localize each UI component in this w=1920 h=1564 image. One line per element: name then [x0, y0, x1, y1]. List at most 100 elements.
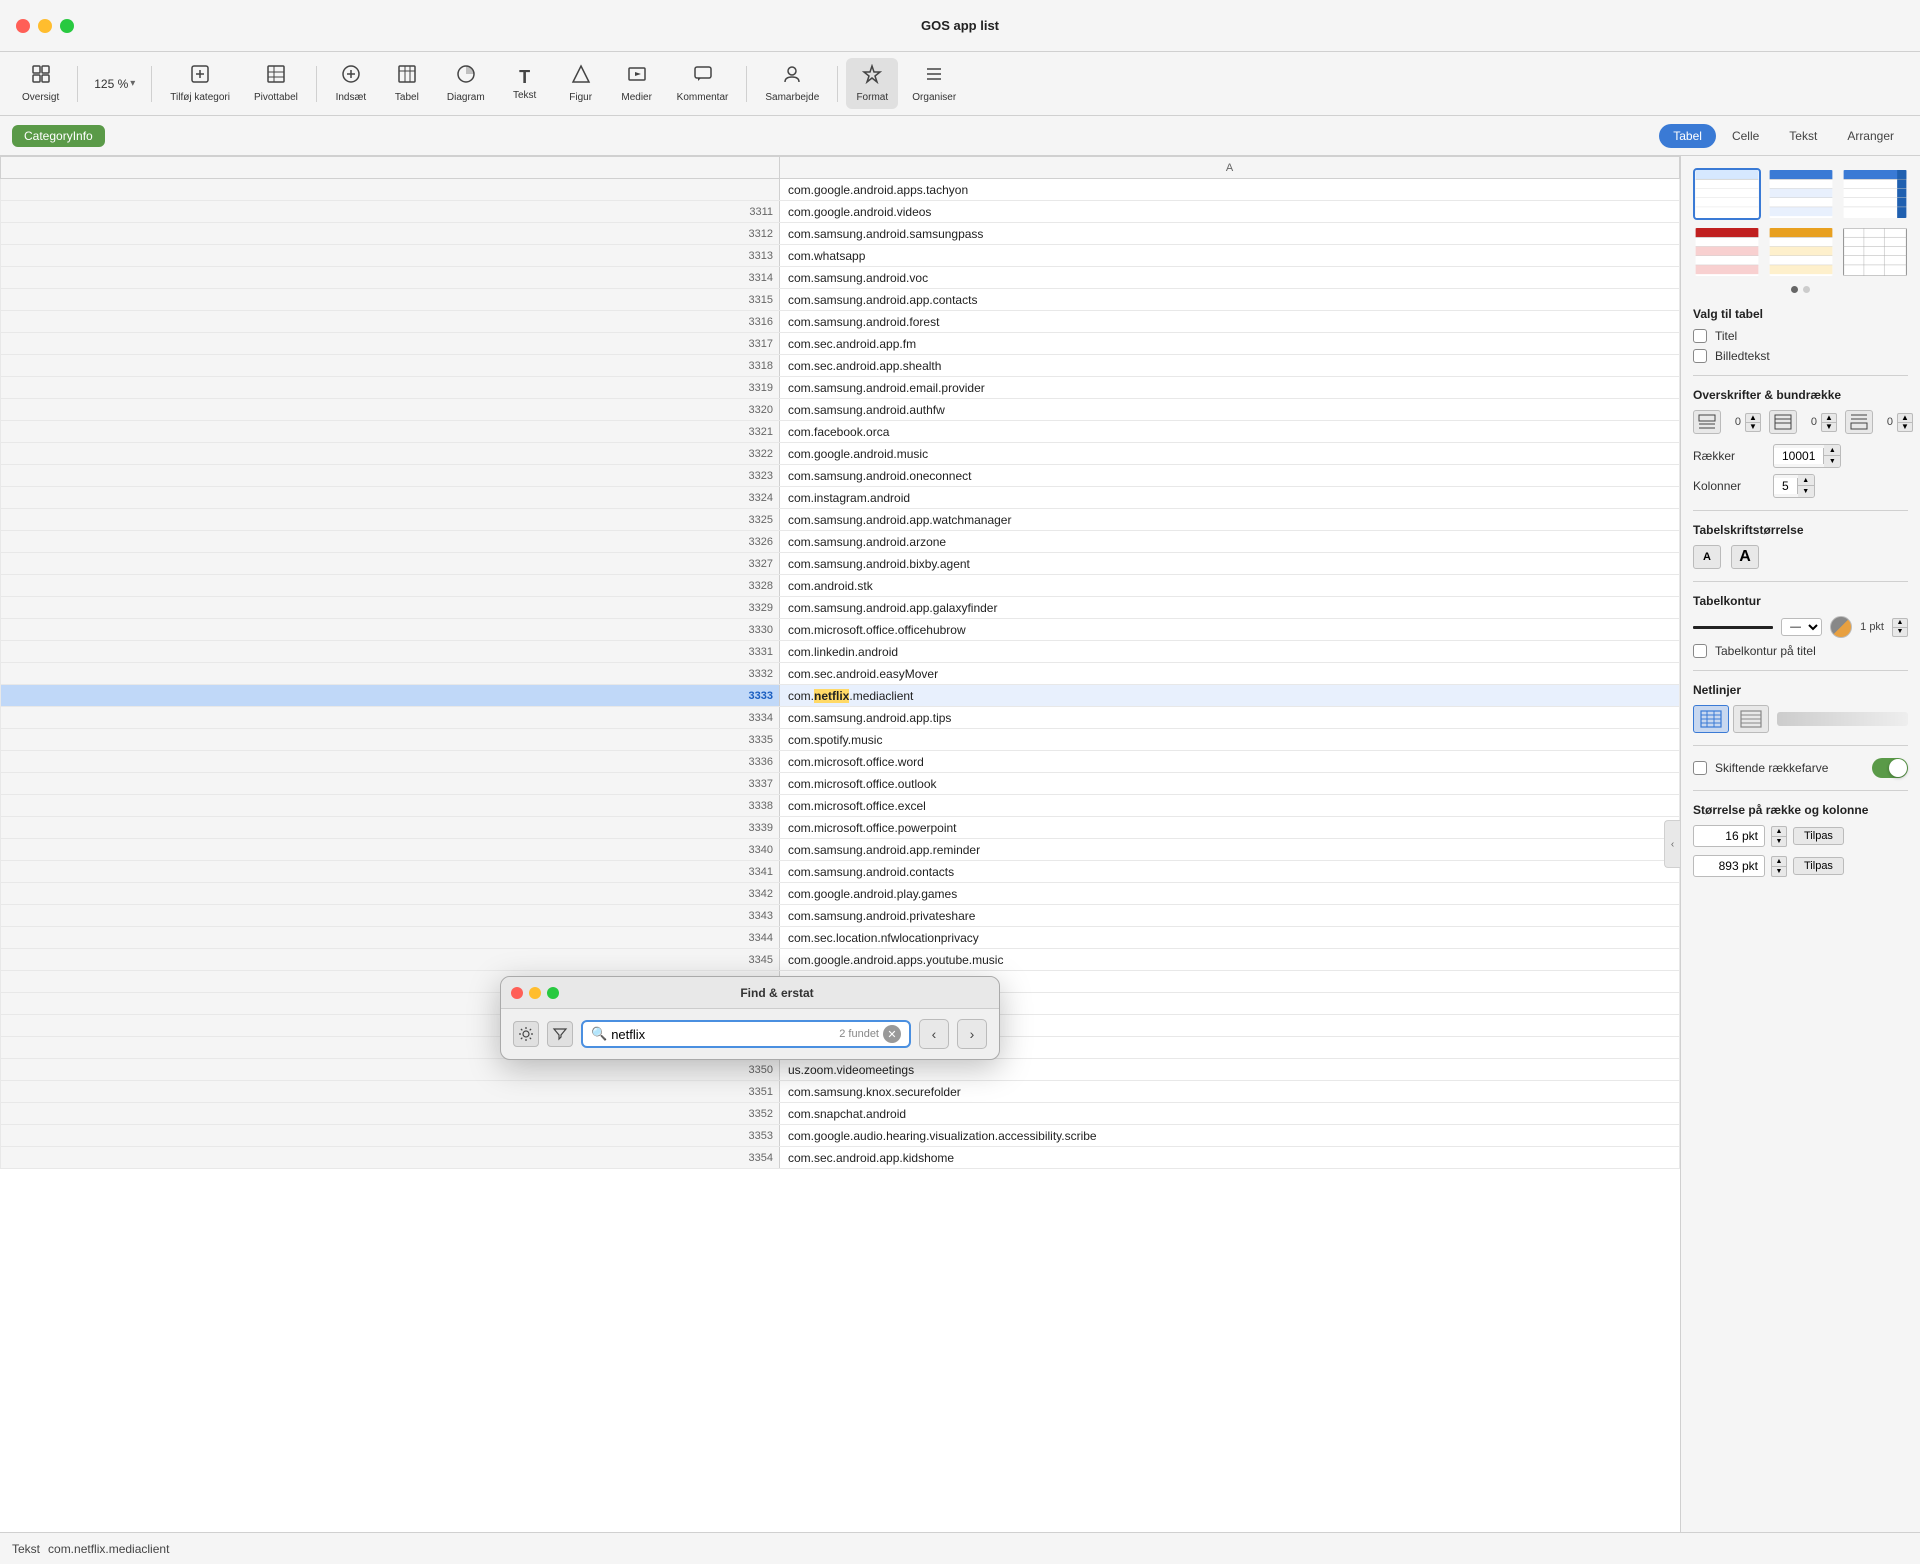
cell-3351[interactable]: com.samsung.knox.securefolder — [780, 1081, 1680, 1103]
cell-3330[interactable]: com.microsoft.office.officehubrow — [780, 619, 1680, 641]
cell-3325[interactable]: com.samsung.android.app.watchmanager — [780, 509, 1680, 531]
tab-tekst[interactable]: Tekst — [1775, 124, 1831, 148]
fr-clear-button[interactable]: ✕ — [883, 1025, 901, 1043]
toolbar-item-figur[interactable]: Figur — [555, 58, 607, 109]
table-format-4[interactable] — [1693, 226, 1761, 278]
netlinjer-color-bar[interactable] — [1777, 712, 1908, 726]
netlinjer-btn-2[interactable] — [1733, 705, 1769, 733]
panel-collapse-arrow[interactable]: ‹ — [1664, 820, 1680, 868]
titel-checkbox[interactable] — [1693, 329, 1707, 343]
cell-3329[interactable]: com.samsung.android.app.galaxyfinder — [780, 597, 1680, 619]
toolbar-item-samarbejde[interactable]: Samarbejde — [755, 58, 829, 109]
fr-max-button[interactable] — [547, 987, 559, 999]
kontur-pkt-down[interactable]: ▼ — [1892, 627, 1908, 637]
cell-3338[interactable]: com.microsoft.office.excel — [780, 795, 1680, 817]
cell-3343[interactable]: com.samsung.android.privateshare — [780, 905, 1680, 927]
col-size-apply[interactable]: Tilpas — [1793, 857, 1844, 875]
cell-3312[interactable]: com.samsung.android.samsungpass — [780, 223, 1680, 245]
cell-3340[interactable]: com.samsung.android.app.reminder — [780, 839, 1680, 861]
cell-3350[interactable]: us.zoom.videomeetings — [780, 1059, 1680, 1081]
cell-3311[interactable]: com.google.android.videos — [780, 201, 1680, 223]
toolbar-item-oversigt[interactable]: Oversigt — [12, 58, 69, 109]
cell-3345[interactable]: com.google.android.apps.youtube.music — [780, 949, 1680, 971]
toolbar-item-indsaet[interactable]: Indsæt — [325, 58, 377, 109]
table-format-6[interactable] — [1841, 226, 1909, 278]
col-size-input[interactable] — [1693, 855, 1765, 877]
cell-3316[interactable]: com.samsung.android.forest — [780, 311, 1680, 333]
toolbar-item-tilfoj[interactable]: Tilføj kategori — [160, 58, 240, 109]
kontur-color-picker[interactable] — [1830, 616, 1852, 638]
cell-3337[interactable]: com.microsoft.office.outlook — [780, 773, 1680, 795]
netlinjer-btn-1[interactable] — [1693, 705, 1729, 733]
cell-3335[interactable]: com.spotify.music — [780, 729, 1680, 751]
col-size-down[interactable]: ▼ — [1771, 866, 1787, 877]
toolbar-item-kommentar[interactable]: Kommentar — [667, 58, 739, 109]
fr-min-button[interactable] — [529, 987, 541, 999]
kolonner-up[interactable]: ▲ — [1798, 475, 1814, 486]
cell-3342[interactable]: com.google.android.play.games — [780, 883, 1680, 905]
header-down-1[interactable]: ▼ — [1745, 422, 1761, 432]
tab-tabel[interactable]: Tabel — [1659, 124, 1716, 148]
toolbar-item-medier[interactable]: Medier — [611, 58, 663, 109]
cell-3324[interactable]: com.instagram.android — [780, 487, 1680, 509]
cell-3315[interactable]: com.samsung.android.app.contacts — [780, 289, 1680, 311]
cell-3332[interactable]: com.sec.android.easyMover — [780, 663, 1680, 685]
cell-3341[interactable]: com.samsung.android.contacts — [780, 861, 1680, 883]
fr-settings-icon[interactable] — [513, 1021, 539, 1047]
raekker-up[interactable]: ▲ — [1824, 445, 1840, 456]
cell-3319[interactable]: com.samsung.android.email.provider — [780, 377, 1680, 399]
col-header-A[interactable]: A — [780, 157, 1680, 179]
table-format-3[interactable] — [1841, 168, 1909, 220]
raekker-down[interactable]: ▼ — [1824, 456, 1840, 467]
header-down-3[interactable]: ▼ — [1897, 422, 1913, 432]
cell-3352[interactable]: com.snapchat.android — [780, 1103, 1680, 1125]
fr-close-button[interactable] — [511, 987, 523, 999]
cell-3333[interactable]: com.netflix.mediaclient — [780, 685, 1680, 707]
skiftende-toggle[interactable] — [1872, 758, 1908, 778]
cell-3354[interactable]: com.sec.android.app.kidshome — [780, 1147, 1680, 1169]
cell-3323[interactable]: com.samsung.android.oneconnect — [780, 465, 1680, 487]
cell-3322[interactable]: com.google.android.music — [780, 443, 1680, 465]
col-size-up[interactable]: ▲ — [1771, 856, 1787, 867]
cell-3336[interactable]: com.microsoft.office.word — [780, 751, 1680, 773]
cell-3344[interactable]: com.sec.location.nfwlocationprivacy — [780, 927, 1680, 949]
cell-3327[interactable]: com.samsung.android.bixby.agent — [780, 553, 1680, 575]
kontur-select[interactable]: — — [1781, 618, 1822, 636]
cell-3334[interactable]: com.samsung.android.app.tips — [780, 707, 1680, 729]
row-size-apply[interactable]: Tilpas — [1793, 827, 1844, 845]
font-small-btn[interactable]: A — [1693, 545, 1721, 569]
cell-3331[interactable]: com.linkedin.android — [780, 641, 1680, 663]
table-format-2[interactable] — [1767, 168, 1835, 220]
fr-next-button[interactable]: › — [957, 1019, 987, 1049]
kontur-titel-checkbox[interactable] — [1693, 644, 1707, 658]
row-size-down[interactable]: ▼ — [1771, 836, 1787, 847]
toolbar-item-diagram[interactable]: Diagram — [437, 58, 495, 109]
row-size-input[interactable] — [1693, 825, 1765, 847]
row-size-up[interactable]: ▲ — [1771, 826, 1787, 837]
fr-prev-button[interactable]: ‹ — [919, 1019, 949, 1049]
cell-3353[interactable]: com.google.audio.hearing.visualization.a… — [780, 1125, 1680, 1147]
billedtekst-checkbox[interactable] — [1693, 349, 1707, 363]
tab-celle[interactable]: Celle — [1718, 124, 1773, 148]
kolonner-down[interactable]: ▼ — [1798, 486, 1814, 497]
minimize-button[interactable] — [38, 19, 52, 33]
tab-arranger[interactable]: Arranger — [1833, 124, 1908, 148]
maximize-button[interactable] — [60, 19, 74, 33]
table-format-1[interactable] — [1693, 168, 1761, 220]
cell-3318[interactable]: com.sec.android.app.shealth — [780, 355, 1680, 377]
zoom-control[interactable]: 125 % ▾ — [86, 73, 143, 95]
cell-3320[interactable]: com.samsung.android.authfw — [780, 399, 1680, 421]
cell-top[interactable]: com.google.android.apps.tachyon — [780, 179, 1680, 201]
cell-3317[interactable]: com.sec.android.app.fm — [780, 333, 1680, 355]
find-input[interactable] — [611, 1027, 835, 1042]
font-large-btn[interactable]: A — [1731, 545, 1759, 569]
sheet-tab[interactable]: CategoryInfo — [12, 125, 105, 147]
toolbar-item-tekst[interactable]: T Tekst — [499, 61, 551, 107]
cell-3314[interactable]: com.samsung.android.voc — [780, 267, 1680, 289]
fr-filter-icon[interactable] — [547, 1021, 573, 1047]
cell-3321[interactable]: com.facebook.orca — [780, 421, 1680, 443]
cell-3326[interactable]: com.samsung.android.arzone — [780, 531, 1680, 553]
toolbar-item-organiser[interactable]: Organiser — [902, 58, 966, 109]
skiftende-checkbox[interactable] — [1693, 761, 1707, 775]
toolbar-item-format[interactable]: Format — [846, 58, 898, 109]
